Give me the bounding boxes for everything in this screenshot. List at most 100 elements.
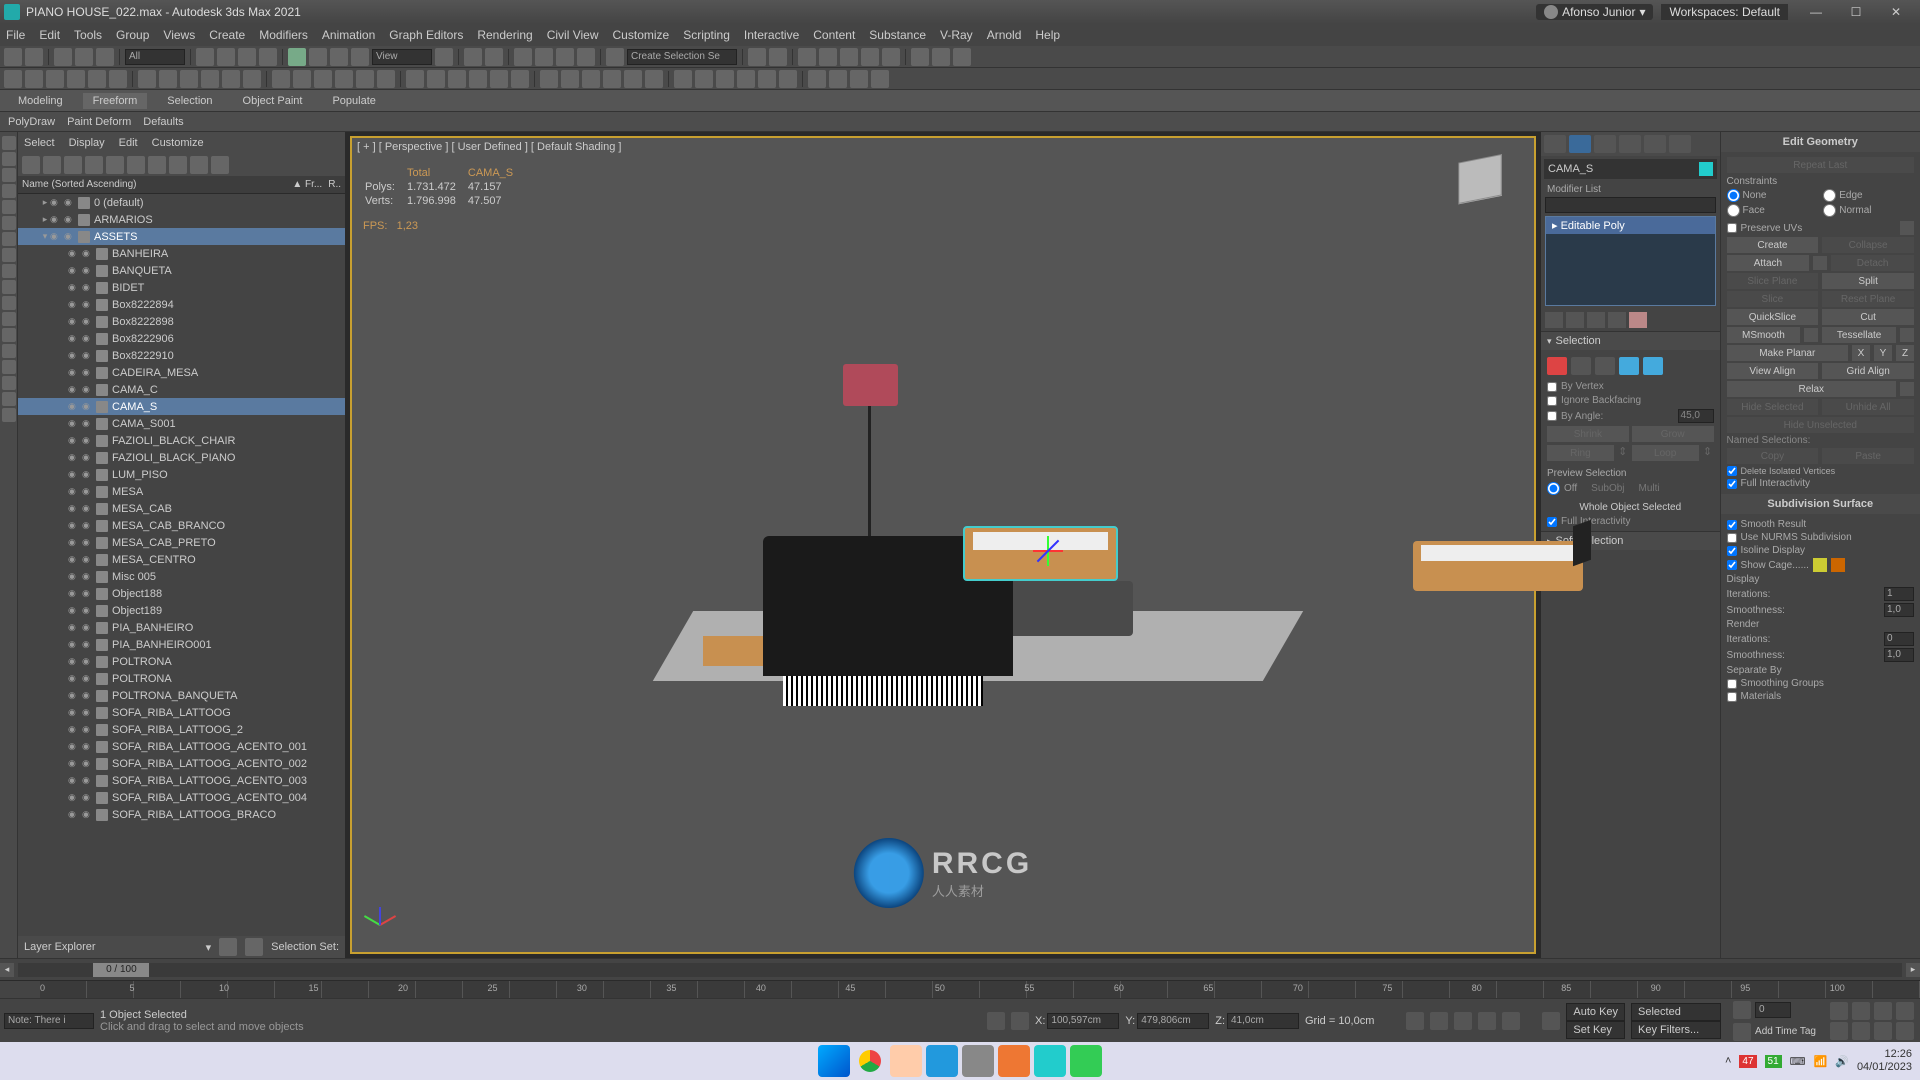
delete-isolated-checkbox[interactable] <box>1727 466 1737 476</box>
clock[interactable]: 12:2604/01/2023 <box>1857 1048 1912 1074</box>
side-tool-button[interactable] <box>2 136 16 150</box>
explorer-tool-button[interactable] <box>85 156 103 174</box>
tool-button[interactable] <box>180 70 198 88</box>
angle-snap-button[interactable] <box>535 48 553 66</box>
spinner-snap-button[interactable] <box>577 48 595 66</box>
explorer-tool-button[interactable] <box>148 156 166 174</box>
explorer-tab-edit[interactable]: Edit <box>119 137 138 149</box>
create-button[interactable]: Create <box>1727 237 1819 253</box>
user-menu[interactable]: Afonso Junior▾ <box>1536 4 1653 20</box>
tree-item[interactable]: FAZIOLI_BLACK_PIANO <box>18 449 345 466</box>
y-coord-input[interactable] <box>1137 1013 1209 1029</box>
menu-rendering[interactable]: Rendering <box>477 28 532 42</box>
scale-button[interactable] <box>330 48 348 66</box>
object-color-swatch[interactable] <box>1699 162 1713 176</box>
material-editor-button[interactable] <box>882 48 900 66</box>
render-setup-button[interactable] <box>911 48 929 66</box>
grid-align-button[interactable]: Grid Align <box>1822 363 1914 379</box>
tool-button[interactable] <box>25 70 43 88</box>
modify-tab[interactable] <box>1569 135 1591 153</box>
remove-modifier-button[interactable] <box>1608 312 1626 328</box>
collapse-button[interactable]: Collapse <box>1822 237 1914 253</box>
hide-selected-button[interactable]: Hide Selected <box>1727 399 1819 415</box>
make-planar-button[interactable]: Make Planar <box>1727 345 1848 361</box>
subribbon-polydraw[interactable]: PolyDraw <box>8 116 55 128</box>
tool-button[interactable] <box>222 70 240 88</box>
time-prev-button[interactable]: ◂ <box>0 963 14 977</box>
tree-item[interactable]: Object188 <box>18 585 345 602</box>
select-name-button[interactable] <box>217 48 235 66</box>
menu-customize[interactable]: Customize <box>613 28 670 42</box>
menu-interactive[interactable]: Interactive <box>744 28 799 42</box>
cage-color-2[interactable] <box>1831 558 1845 572</box>
setkey-button[interactable]: Set Key <box>1566 1021 1625 1039</box>
tree-item[interactable]: MESA_CAB_PRETO <box>18 534 345 551</box>
side-tool-button[interactable] <box>2 328 16 342</box>
tree-item[interactable]: BANQUETA <box>18 262 345 279</box>
workspace-selector[interactable]: Workspaces: Default <box>1661 4 1788 20</box>
relax-settings[interactable] <box>1900 382 1914 396</box>
placement-button[interactable] <box>351 48 369 66</box>
paste-button[interactable]: Paste <box>1822 448 1914 464</box>
autokey-button[interactable]: Auto Key <box>1566 1003 1625 1021</box>
align-button[interactable] <box>769 48 787 66</box>
show-cage-checkbox[interactable] <box>1727 560 1737 570</box>
copy-button[interactable]: Copy <box>1727 448 1819 464</box>
tree-item[interactable]: BANHEIRA <box>18 245 345 262</box>
chrome-icon[interactable] <box>854 1045 886 1077</box>
tool-button[interactable] <box>314 70 332 88</box>
volume-icon[interactable]: 🔊 <box>1835 1055 1849 1068</box>
explorer-tool-button[interactable] <box>106 156 124 174</box>
edge-mode-button[interactable] <box>1571 357 1591 375</box>
menu-animation[interactable]: Animation <box>322 28 375 42</box>
tessellate-settings[interactable] <box>1900 328 1914 342</box>
attach-settings[interactable] <box>1813 256 1827 270</box>
tree-item[interactable]: ▸0 (default) <box>18 194 345 211</box>
time-ruler[interactable]: 0510152025303540455055606570758085909510… <box>0 980 1920 998</box>
nav-button[interactable] <box>1896 1022 1914 1040</box>
edit-named-sel-button[interactable] <box>606 48 624 66</box>
object-name-field[interactable]: CAMA_S <box>1544 159 1717 179</box>
col-name[interactable]: Name (Sorted Ascending) <box>22 179 292 190</box>
3dsmax-taskbar-icon[interactable] <box>1034 1045 1066 1077</box>
tree-item[interactable]: CAMA_C <box>18 381 345 398</box>
redo-button[interactable] <box>25 48 43 66</box>
key-mode-button[interactable] <box>1542 1012 1560 1030</box>
tool-button[interactable] <box>695 70 713 88</box>
tool-button[interactable] <box>871 70 889 88</box>
modifier-list-dropdown[interactable] <box>1545 197 1716 213</box>
side-tool-button[interactable] <box>2 296 16 310</box>
explorer-tab-display[interactable]: Display <box>69 137 105 149</box>
app-icon-4[interactable] <box>1070 1045 1102 1077</box>
layer-button-2[interactable] <box>245 938 263 956</box>
ribbon-tab-modeling[interactable]: Modeling <box>8 93 73 109</box>
planar-z-button[interactable]: Z <box>1896 345 1914 361</box>
lock-button[interactable] <box>1011 1012 1029 1030</box>
orbit-button[interactable] <box>1852 1022 1870 1040</box>
by-vertex-checkbox[interactable] <box>1547 382 1557 392</box>
z-coord-input[interactable] <box>1227 1013 1299 1029</box>
tool-button[interactable] <box>490 70 508 88</box>
side-tool-button[interactable] <box>2 168 16 182</box>
reset-plane-button[interactable]: Reset Plane <box>1822 291 1914 307</box>
x-coord-input[interactable] <box>1047 1013 1119 1029</box>
time-slider-thumb[interactable]: 0 / 100 <box>93 963 149 977</box>
menu-civil-view[interactable]: Civil View <box>547 28 599 42</box>
link-button[interactable] <box>54 48 72 66</box>
time-slider[interactable]: ◂ 0 / 100 ▸ <box>0 958 1920 980</box>
ribbon-tab-object paint[interactable]: Object Paint <box>233 93 313 109</box>
snap-button[interactable] <box>514 48 532 66</box>
app-icon-1[interactable] <box>926 1045 958 1077</box>
constraint-edge-radio[interactable] <box>1823 189 1836 202</box>
render-smoothness-spinner[interactable]: 1,0 <box>1884 648 1914 662</box>
tree-item[interactable]: SOFA_RIBA_LATTOOG <box>18 704 345 721</box>
tool-button[interactable] <box>109 70 127 88</box>
quickslice-button[interactable]: QuickSlice <box>1727 309 1819 325</box>
maxscript-input[interactable] <box>4 1013 94 1029</box>
explorer-tab-customize[interactable]: Customize <box>152 137 204 149</box>
maximize-button[interactable]: ☐ <box>1836 1 1876 23</box>
display-iterations-spinner[interactable]: 1 <box>1884 587 1914 601</box>
pan-button[interactable] <box>1830 1002 1848 1020</box>
preserve-uvs-settings[interactable] <box>1900 221 1914 235</box>
loop-button[interactable]: Loop <box>1632 445 1699 461</box>
